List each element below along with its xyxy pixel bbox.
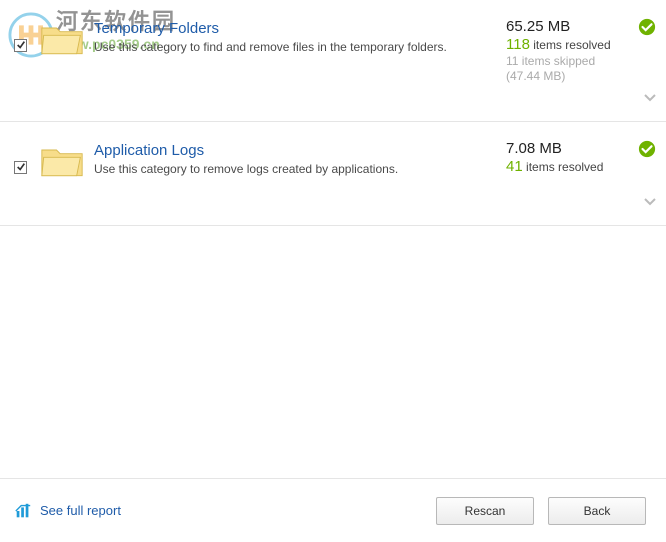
category-checkbox[interactable] <box>14 161 27 174</box>
see-full-report-label: See full report <box>40 503 121 518</box>
category-description: Use this category to find and remove fil… <box>94 40 506 54</box>
back-button[interactable]: Back <box>548 497 646 525</box>
category-size: 7.08 MB <box>506 140 626 157</box>
status-success-icon <box>638 18 656 36</box>
status-success-icon <box>638 140 656 158</box>
expand-toggle[interactable] <box>644 90 656 105</box>
category-count: 118 <box>506 36 530 53</box>
category-row: Temporary Folders Use this category to f… <box>0 0 666 122</box>
folder-icon <box>40 142 84 180</box>
folder-icon <box>40 20 84 58</box>
category-description: Use this category to remove logs created… <box>94 162 506 176</box>
category-skipped: 11 items skipped <box>506 54 626 68</box>
see-full-report-link[interactable]: See full report <box>14 502 121 520</box>
footer-bar: See full report Rescan Back <box>0 478 666 542</box>
category-list: Temporary Folders Use this category to f… <box>0 0 666 226</box>
category-size: 65.25 MB <box>506 18 626 35</box>
expand-toggle[interactable] <box>644 194 656 209</box>
category-count-suffix: items resolved <box>526 160 603 174</box>
category-checkbox[interactable] <box>14 39 27 52</box>
category-row: Application Logs Use this category to re… <box>0 122 666 226</box>
category-skipped-size: (47.44 MB) <box>506 69 626 83</box>
rescan-button[interactable]: Rescan <box>436 497 534 525</box>
category-title: Application Logs <box>94 142 506 159</box>
category-title: Temporary Folders <box>94 20 506 37</box>
category-count: 41 <box>506 158 523 175</box>
report-icon <box>14 502 32 520</box>
category-count-suffix: items resolved <box>533 38 610 52</box>
